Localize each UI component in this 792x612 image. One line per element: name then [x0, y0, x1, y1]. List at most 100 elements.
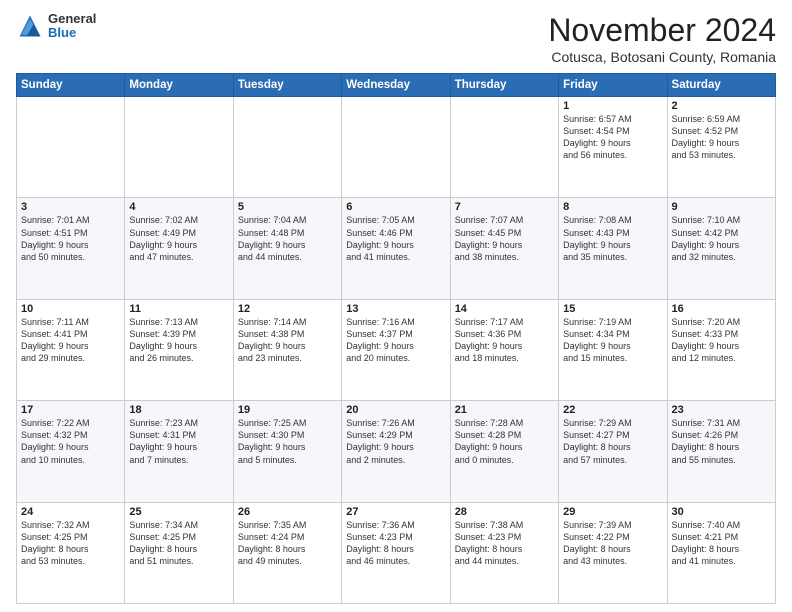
- day-info: Sunrise: 7:04 AM Sunset: 4:48 PM Dayligh…: [238, 214, 337, 263]
- day-number: 2: [672, 100, 771, 112]
- day-info: Sunrise: 7:34 AM Sunset: 4:25 PM Dayligh…: [129, 519, 228, 568]
- day-number: 24: [21, 506, 120, 518]
- calendar-cell: 18Sunrise: 7:23 AM Sunset: 4:31 PM Dayli…: [125, 401, 233, 502]
- calendar-cell: 12Sunrise: 7:14 AM Sunset: 4:38 PM Dayli…: [233, 299, 341, 400]
- header: General Blue November 2024 Cotusca, Boto…: [16, 12, 776, 65]
- calendar-cell: 5Sunrise: 7:04 AM Sunset: 4:48 PM Daylig…: [233, 198, 341, 299]
- logo-general: General: [48, 12, 96, 26]
- calendar-cell: 3Sunrise: 7:01 AM Sunset: 4:51 PM Daylig…: [17, 198, 125, 299]
- calendar-cell: 6Sunrise: 7:05 AM Sunset: 4:46 PM Daylig…: [342, 198, 450, 299]
- calendar-cell: 24Sunrise: 7:32 AM Sunset: 4:25 PM Dayli…: [17, 502, 125, 603]
- calendar-cell: 10Sunrise: 7:11 AM Sunset: 4:41 PM Dayli…: [17, 299, 125, 400]
- calendar-cell: 22Sunrise: 7:29 AM Sunset: 4:27 PM Dayli…: [559, 401, 667, 502]
- day-info: Sunrise: 7:22 AM Sunset: 4:32 PM Dayligh…: [21, 417, 120, 466]
- weekday-header-friday: Friday: [559, 74, 667, 97]
- day-number: 29: [563, 506, 662, 518]
- weekday-header-thursday: Thursday: [450, 74, 558, 97]
- calendar-table: SundayMondayTuesdayWednesdayThursdayFrid…: [16, 73, 776, 604]
- location-title: Cotusca, Botosani County, Romania: [548, 49, 776, 65]
- day-info: Sunrise: 7:36 AM Sunset: 4:23 PM Dayligh…: [346, 519, 445, 568]
- day-number: 3: [21, 201, 120, 213]
- logo-blue: Blue: [48, 26, 96, 40]
- calendar-cell: 21Sunrise: 7:28 AM Sunset: 4:28 PM Dayli…: [450, 401, 558, 502]
- day-info: Sunrise: 7:20 AM Sunset: 4:33 PM Dayligh…: [672, 316, 771, 365]
- day-info: Sunrise: 7:35 AM Sunset: 4:24 PM Dayligh…: [238, 519, 337, 568]
- calendar-cell: 8Sunrise: 7:08 AM Sunset: 4:43 PM Daylig…: [559, 198, 667, 299]
- day-info: Sunrise: 7:01 AM Sunset: 4:51 PM Dayligh…: [21, 214, 120, 263]
- day-info: Sunrise: 6:57 AM Sunset: 4:54 PM Dayligh…: [563, 113, 662, 162]
- day-info: Sunrise: 7:32 AM Sunset: 4:25 PM Dayligh…: [21, 519, 120, 568]
- day-info: Sunrise: 7:26 AM Sunset: 4:29 PM Dayligh…: [346, 417, 445, 466]
- calendar-week-2: 10Sunrise: 7:11 AM Sunset: 4:41 PM Dayli…: [17, 299, 776, 400]
- day-info: Sunrise: 7:08 AM Sunset: 4:43 PM Dayligh…: [563, 214, 662, 263]
- day-info: Sunrise: 7:28 AM Sunset: 4:28 PM Dayligh…: [455, 417, 554, 466]
- day-info: Sunrise: 7:02 AM Sunset: 4:49 PM Dayligh…: [129, 214, 228, 263]
- day-number: 30: [672, 506, 771, 518]
- calendar-cell: 2Sunrise: 6:59 AM Sunset: 4:52 PM Daylig…: [667, 97, 775, 198]
- calendar-week-0: 1Sunrise: 6:57 AM Sunset: 4:54 PM Daylig…: [17, 97, 776, 198]
- day-info: Sunrise: 7:14 AM Sunset: 4:38 PM Dayligh…: [238, 316, 337, 365]
- calendar-cell: [450, 97, 558, 198]
- calendar-cell: 17Sunrise: 7:22 AM Sunset: 4:32 PM Dayli…: [17, 401, 125, 502]
- day-number: 20: [346, 404, 445, 416]
- day-number: 26: [238, 506, 337, 518]
- day-info: Sunrise: 7:23 AM Sunset: 4:31 PM Dayligh…: [129, 417, 228, 466]
- day-number: 15: [563, 303, 662, 315]
- day-number: 28: [455, 506, 554, 518]
- calendar-cell: [233, 97, 341, 198]
- calendar-cell: 1Sunrise: 6:57 AM Sunset: 4:54 PM Daylig…: [559, 97, 667, 198]
- calendar-cell: 11Sunrise: 7:13 AM Sunset: 4:39 PM Dayli…: [125, 299, 233, 400]
- calendar-cell: 13Sunrise: 7:16 AM Sunset: 4:37 PM Dayli…: [342, 299, 450, 400]
- day-number: 27: [346, 506, 445, 518]
- day-number: 13: [346, 303, 445, 315]
- calendar-cell: 28Sunrise: 7:38 AM Sunset: 4:23 PM Dayli…: [450, 502, 558, 603]
- calendar-cell: 30Sunrise: 7:40 AM Sunset: 4:21 PM Dayli…: [667, 502, 775, 603]
- day-number: 8: [563, 201, 662, 213]
- day-number: 9: [672, 201, 771, 213]
- day-number: 1: [563, 100, 662, 112]
- calendar-cell: 16Sunrise: 7:20 AM Sunset: 4:33 PM Dayli…: [667, 299, 775, 400]
- calendar-cell: 26Sunrise: 7:35 AM Sunset: 4:24 PM Dayli…: [233, 502, 341, 603]
- calendar-cell: [17, 97, 125, 198]
- day-number: 16: [672, 303, 771, 315]
- calendar-cell: 23Sunrise: 7:31 AM Sunset: 4:26 PM Dayli…: [667, 401, 775, 502]
- calendar-cell: [342, 97, 450, 198]
- calendar-week-1: 3Sunrise: 7:01 AM Sunset: 4:51 PM Daylig…: [17, 198, 776, 299]
- logo: General Blue: [16, 12, 96, 41]
- day-info: Sunrise: 7:16 AM Sunset: 4:37 PM Dayligh…: [346, 316, 445, 365]
- day-number: 18: [129, 404, 228, 416]
- day-number: 10: [21, 303, 120, 315]
- calendar-cell: 20Sunrise: 7:26 AM Sunset: 4:29 PM Dayli…: [342, 401, 450, 502]
- weekday-header-saturday: Saturday: [667, 74, 775, 97]
- calendar-cell: 4Sunrise: 7:02 AM Sunset: 4:49 PM Daylig…: [125, 198, 233, 299]
- day-number: 5: [238, 201, 337, 213]
- weekday-header-monday: Monday: [125, 74, 233, 97]
- calendar-cell: 27Sunrise: 7:36 AM Sunset: 4:23 PM Dayli…: [342, 502, 450, 603]
- calendar-cell: 7Sunrise: 7:07 AM Sunset: 4:45 PM Daylig…: [450, 198, 558, 299]
- weekday-header-sunday: Sunday: [17, 74, 125, 97]
- day-info: Sunrise: 7:11 AM Sunset: 4:41 PM Dayligh…: [21, 316, 120, 365]
- day-number: 25: [129, 506, 228, 518]
- day-number: 7: [455, 201, 554, 213]
- calendar-week-3: 17Sunrise: 7:22 AM Sunset: 4:32 PM Dayli…: [17, 401, 776, 502]
- day-info: Sunrise: 7:13 AM Sunset: 4:39 PM Dayligh…: [129, 316, 228, 365]
- weekday-header-row: SundayMondayTuesdayWednesdayThursdayFrid…: [17, 74, 776, 97]
- page: General Blue November 2024 Cotusca, Boto…: [0, 0, 792, 612]
- day-info: Sunrise: 7:31 AM Sunset: 4:26 PM Dayligh…: [672, 417, 771, 466]
- day-number: 17: [21, 404, 120, 416]
- day-info: Sunrise: 7:25 AM Sunset: 4:30 PM Dayligh…: [238, 417, 337, 466]
- title-block: November 2024 Cotusca, Botosani County, …: [548, 12, 776, 65]
- day-number: 14: [455, 303, 554, 315]
- day-number: 21: [455, 404, 554, 416]
- day-info: Sunrise: 7:19 AM Sunset: 4:34 PM Dayligh…: [563, 316, 662, 365]
- day-info: Sunrise: 7:05 AM Sunset: 4:46 PM Dayligh…: [346, 214, 445, 263]
- calendar-cell: 9Sunrise: 7:10 AM Sunset: 4:42 PM Daylig…: [667, 198, 775, 299]
- day-number: 19: [238, 404, 337, 416]
- day-info: Sunrise: 7:39 AM Sunset: 4:22 PM Dayligh…: [563, 519, 662, 568]
- day-info: Sunrise: 7:10 AM Sunset: 4:42 PM Dayligh…: [672, 214, 771, 263]
- weekday-header-tuesday: Tuesday: [233, 74, 341, 97]
- calendar-cell: 19Sunrise: 7:25 AM Sunset: 4:30 PM Dayli…: [233, 401, 341, 502]
- day-number: 12: [238, 303, 337, 315]
- calendar-cell: 29Sunrise: 7:39 AM Sunset: 4:22 PM Dayli…: [559, 502, 667, 603]
- logo-text: General Blue: [48, 12, 96, 41]
